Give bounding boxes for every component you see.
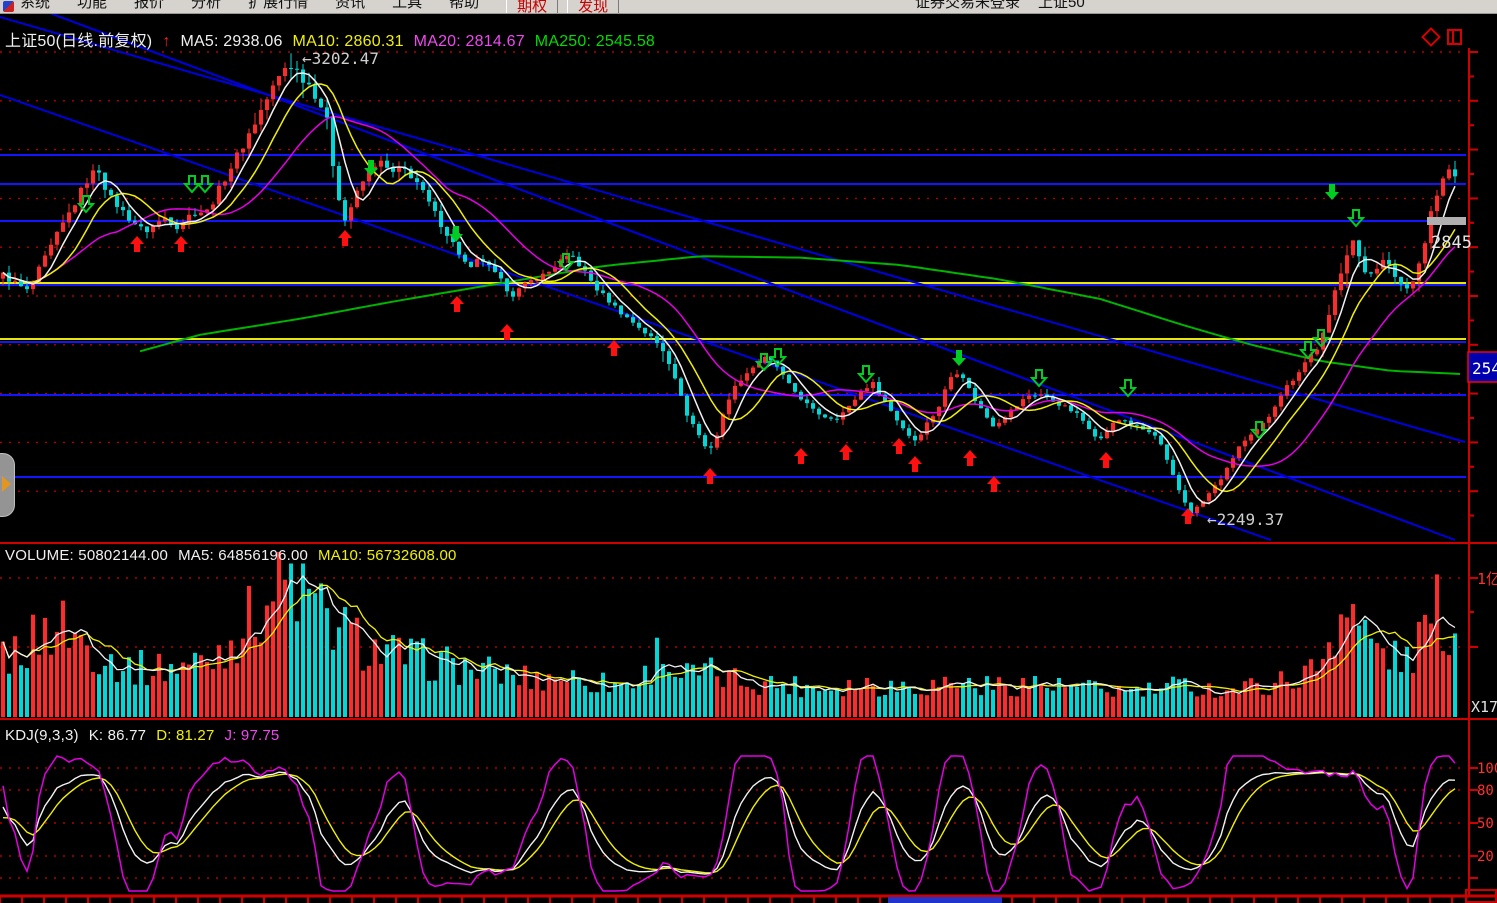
trendline-layer: [0, 0, 1466, 540]
svg-text:50: 50: [1477, 816, 1494, 832]
diamond-icon[interactable]: [1421, 27, 1441, 47]
login-status: 证券交易未登录: [915, 0, 1020, 11]
ma5-value: MA5: 2938.06: [181, 33, 283, 50]
axis-layer: [0, 48, 1497, 903]
ma250-value: MA250: 2545.58: [535, 33, 655, 50]
svg-text:2545: 2545: [1472, 359, 1497, 378]
volume-value: VOLUME: 50802144.00: [5, 547, 168, 564]
ma10-value: MA10: 2860.31: [293, 33, 404, 50]
menu-item-3[interactable]: 分析: [191, 0, 221, 14]
svg-text:←2249.37: ←2249.37: [1207, 510, 1284, 529]
selected-date-marker: [888, 897, 1002, 903]
svg-text:20: 20: [1477, 849, 1494, 865]
menu-item-list: 系统 功能 报价 分析 扩展行情 资讯 工具 帮助 期权发现: [20, 0, 628, 14]
svg-text:2845: 2845: [1431, 233, 1472, 253]
symbol-title[interactable]: 上证50(日线.前复权): [5, 33, 152, 50]
svg-text:1亿: 1亿: [1477, 570, 1497, 588]
volume-ma5-value: MA5: 64856196.00: [178, 547, 308, 564]
kdj-j-value: J: 97.75: [225, 727, 280, 744]
menu-item-2[interactable]: 报价: [134, 0, 164, 14]
window-restore-icon[interactable]: [1447, 29, 1462, 45]
menu-item-0[interactable]: 系统: [20, 0, 50, 14]
menu-button-1[interactable]: 发现: [567, 0, 619, 14]
app-logo-icon: [3, 1, 14, 12]
svg-text:80: 80: [1477, 783, 1494, 799]
chart-canvas[interactable]: ←3202.47 ←2249.37 2845 2545 1亿 X17 100 80 50 20: [0, 0, 1497, 903]
ma-lines-layer: [3, 73, 1455, 503]
menu-item-4[interactable]: 扩展行情: [248, 0, 308, 14]
svg-text:X17: X17: [1471, 698, 1497, 716]
menu-item-7[interactable]: 帮助: [449, 0, 479, 14]
chart-title-bar: 上证50(日线.前复权) ↑ MA5: 2938.06 MA10: 2860.31 MA…: [5, 27, 665, 51]
kdj-title-bar: KDJ(9,3,3) K: 86.77 D: 81.27 J: 97.75: [5, 727, 289, 744]
volume-title-bar: VOLUME: 50802144.00 MA5: 64856196.00 MA10:…: [5, 547, 467, 564]
svg-text:←3202.47: ←3202.47: [302, 49, 379, 68]
kdj-d-value: D: 81.27: [156, 727, 214, 744]
menu-item-5[interactable]: 资讯: [335, 0, 365, 14]
annotations-layer: ←3202.47 ←2249.37 2845 2545 1亿 X17 100 80 50 20: [302, 49, 1497, 865]
svg-text:100: 100: [1477, 761, 1497, 777]
menu-item-1[interactable]: 功能: [77, 0, 107, 14]
up-arrow-icon: ↑: [162, 33, 170, 50]
volume-ma10-value: MA10: 56732608.00: [318, 547, 457, 564]
menu-button-0[interactable]: 期权: [506, 0, 558, 14]
panel-collapse-handle[interactable]: [0, 453, 15, 517]
tdx-app-window: ←3202.47 ←2249.37 2845 2545 1亿 X17 100 80 50 20 系…: [0, 0, 1497, 903]
kdj-name[interactable]: KDJ(9,3,3): [5, 727, 79, 744]
menu-bar: 系统 功能 报价 分析 扩展行情 资讯 工具 帮助 期权发现 证券交易未登录 上证50: [0, 0, 1497, 14]
volume-layer: [1, 552, 1457, 717]
ma250-line: [140, 256, 1460, 374]
expand-arrow-icon: [2, 476, 11, 492]
kdj-k-value: K: 86.77: [89, 727, 146, 744]
ma20-value: MA20: 2814.67: [414, 33, 525, 50]
menu-item-6[interactable]: 工具: [392, 0, 422, 14]
current-symbol-label[interactable]: 上证50: [1038, 0, 1085, 11]
